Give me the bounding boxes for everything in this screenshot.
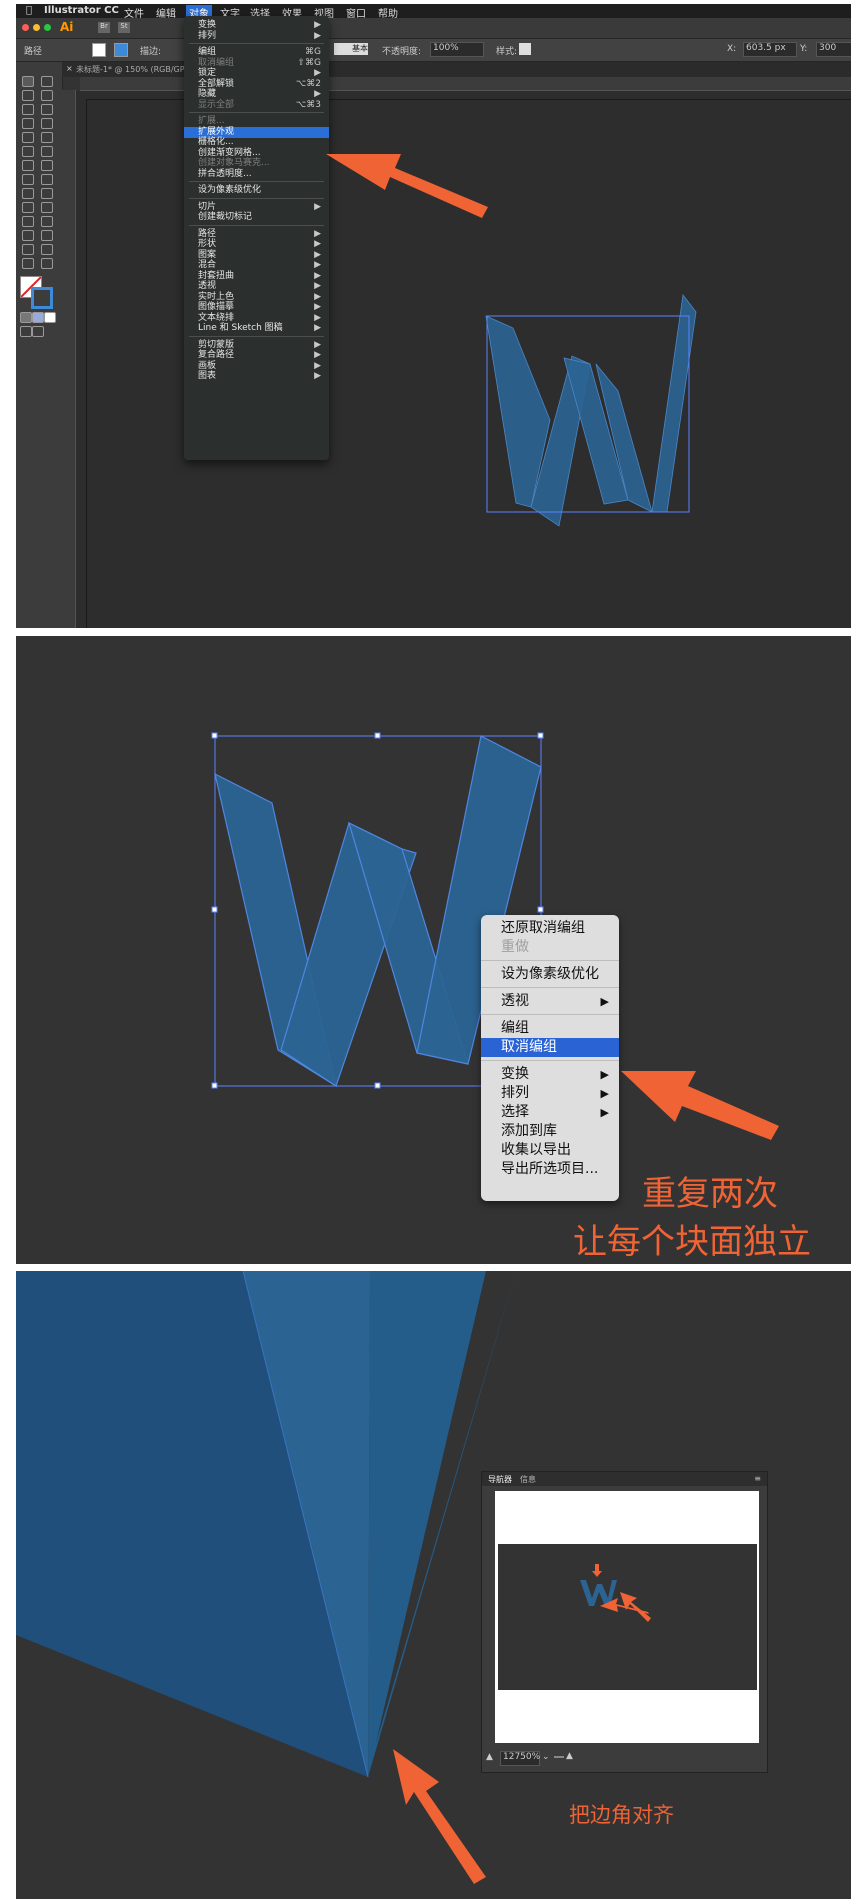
note-repeat-twice: 重复两次 [642,1174,778,1214]
arrow-pointer-1 [326,154,488,218]
context-menu-step: 还原取消编组 重做 设为像素级优化 透视 ▶ 编组 取消编组 变换 ▶ 排列 ▶ 选择 ▶ 添加到库 收集以… [16,636,851,1264]
align-corners-step: 导航器 信息 ≡ ▲ 12750% ⌄ ▲ 把边角对齐 [16,1271,851,1899]
illustrator-window:  Illustrator CC 文件 编辑 对象 文字 选择 效果 视图 窗口… [16,4,851,628]
note-align-corners: 把边角对齐 [569,1803,674,1827]
arrow-pointer-3 [393,1749,486,1884]
note-make-faces-independent: 让每个块面独立 [573,1222,811,1262]
